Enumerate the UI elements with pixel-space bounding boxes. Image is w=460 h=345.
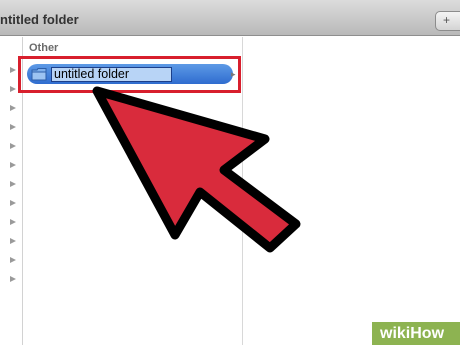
annotation-arrow-icon <box>92 86 301 253</box>
wikihow-watermark: wikiHow <box>372 322 460 345</box>
